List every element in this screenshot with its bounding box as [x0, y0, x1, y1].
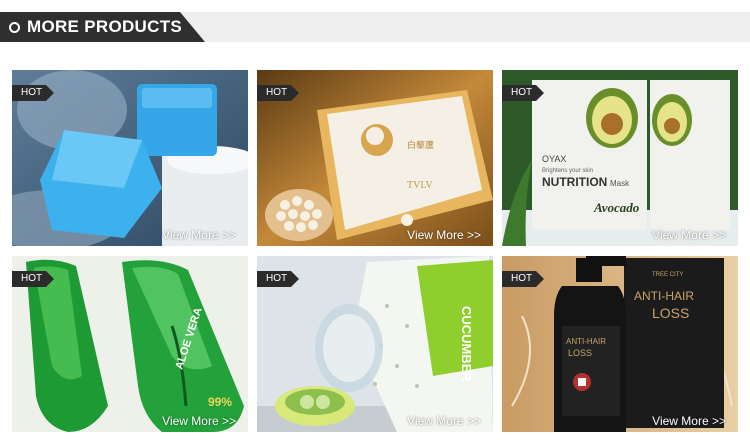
- product-card-shampoo[interactable]: TREE CITY ANTI-HAIR LOSS ANTI-HAIR LOSS …: [502, 256, 738, 432]
- product-card-cucumber[interactable]: CUCUMBER HOT View More >>: [257, 256, 493, 432]
- view-more-link[interactable]: View More >>: [407, 414, 481, 428]
- mask-title-text: NUTRITION: [542, 175, 607, 189]
- aloe-pct-text: 99%: [208, 395, 232, 409]
- view-more-link[interactable]: View More >>: [652, 414, 726, 428]
- cream-brand-text: 白藜蘆: [407, 139, 434, 151]
- shampoo-brand-text: TREE CITY: [652, 272, 683, 278]
- mask-sub-text: Mask: [610, 179, 630, 188]
- view-more-link[interactable]: View More >>: [162, 414, 236, 428]
- section-title: MORE PRODUCTS: [27, 17, 183, 36]
- product-card-soap[interactable]: HOT View More >>: [12, 70, 248, 246]
- circle-icon: [9, 22, 20, 33]
- product-card-mask[interactable]: OYAX Brightens your skin NUTRITION Mask …: [502, 70, 738, 246]
- hot-badge: HOT: [12, 85, 54, 101]
- hot-badge: HOT: [257, 271, 299, 287]
- shampoo-bottle-loss: LOSS: [568, 348, 592, 358]
- view-more-link[interactable]: View More >>: [652, 228, 726, 242]
- product-card-aloe[interactable]: ALOE VERA 99% HOT View More >>: [12, 256, 248, 432]
- view-more-link[interactable]: View More >>: [407, 228, 481, 242]
- shampoo-box-loss: LOSS: [652, 305, 689, 321]
- product-card-cream[interactable]: 白藜蘆 TVLV HOT View More >>: [257, 70, 493, 246]
- mask-tagline-text: Brightens your skin: [542, 168, 593, 174]
- shampoo-bottle-title: ANTI-HAIR: [566, 337, 606, 346]
- shampoo-box-title: ANTI-HAIR: [634, 289, 694, 303]
- mask-script-text: Avocado: [593, 200, 640, 215]
- view-more-link[interactable]: View More >>: [162, 228, 236, 242]
- section-header: MORE PRODUCTS: [0, 12, 750, 42]
- cream-box-text: TVLV: [407, 180, 434, 191]
- hot-badge: HOT: [12, 271, 54, 287]
- mask-brand-text: OYAX: [542, 154, 566, 164]
- cucumber-text: CUCUMBER: [459, 306, 474, 382]
- hot-badge: HOT: [257, 85, 299, 101]
- hot-badge: HOT: [502, 271, 544, 287]
- hot-badge: HOT: [502, 85, 544, 101]
